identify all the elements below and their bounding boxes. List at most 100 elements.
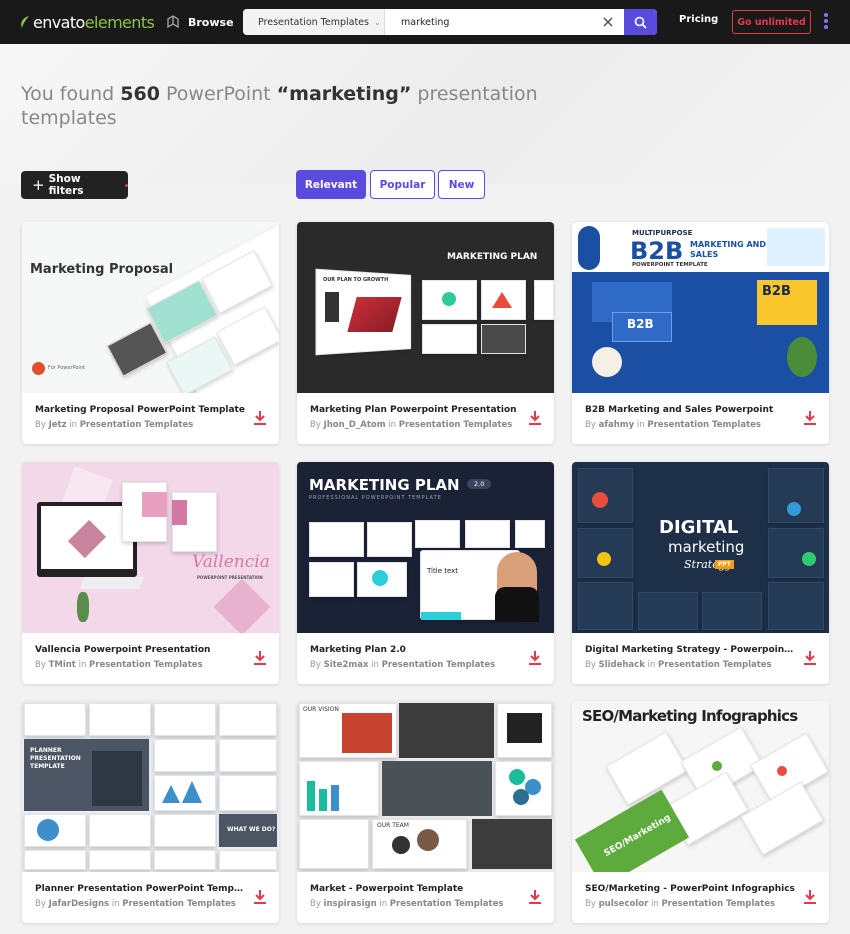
card-meta: By Jetz in Presentation Templates [35,420,245,430]
envato-elements-logo[interactable]: envatoelements [20,11,155,33]
thumb-subtitle: marketing [668,538,745,556]
sort-new-button[interactable]: New [438,170,485,199]
thumb-subtitle-2: POWERPOINT TEMPLATE [632,262,708,268]
card-thumbnail[interactable]: MARKETING PLAN 2.0 PROFESSIONAL POWERPOI… [297,462,554,633]
meta-in: in [385,420,399,430]
card-meta: By TMint in Presentation Templates [35,660,245,670]
card-author[interactable]: Slidehack [599,660,645,670]
download-icon[interactable] [253,650,267,666]
template-card[interactable]: MARKETING PLAN 2.0 PROFESSIONAL POWERPOI… [297,462,554,684]
card-title[interactable]: B2B Marketing and Sales Powerpoint [585,405,795,415]
card-thumbnail[interactable]: MARKETING PLAN OUR PLAN TO GROWTH [297,222,554,393]
filter-indicator-dot [125,183,128,187]
card-title[interactable]: Marketing Proposal PowerPoint Template [35,405,245,415]
template-card[interactable]: Marketing Proposal For PowerPoint Market… [22,222,279,444]
close-icon[interactable] [601,15,615,29]
card-meta: By pulsecolor in Presentation Templates [585,899,795,909]
card-meta: By Slidehack in Presentation Templates [585,660,795,670]
download-icon[interactable] [803,650,817,666]
card-thumbnail[interactable]: Vallencia POWERPOINT PRESENTATION [22,462,279,633]
download-icon[interactable] [528,650,542,666]
thumb-subtitle: OUR TEAM [377,822,409,829]
meta-by: By [585,660,599,670]
search-button[interactable] [624,9,657,35]
download-icon[interactable] [803,889,817,905]
show-filters-button[interactable]: + Show filters [21,171,128,199]
logo-envato: envato [33,12,85,32]
download-icon[interactable] [528,410,542,426]
sort-popular-button[interactable]: Popular [370,170,435,199]
thumb-title: Marketing Proposal [30,262,174,277]
card-title[interactable]: Market - Powerpoint Template [310,884,520,894]
results-headline: You found 560 PowerPoint “marketing” pre… [21,82,541,130]
card-category[interactable]: Presentation Templates [647,420,761,430]
meta-by: By [310,899,324,909]
template-card[interactable]: SEO/Marketing Infographics SEO/Marketing… [572,701,829,923]
thumb-title: SEO/Marketing Infographics [582,707,798,725]
meta-by: By [310,660,324,670]
meta-in: in [66,420,80,430]
template-card[interactable]: PLANNER PRESENTATION TEMPLATE WHAT WE DO… [22,701,279,923]
download-icon[interactable] [528,889,542,905]
card-category[interactable]: Presentation Templates [658,660,772,670]
template-card[interactable]: DIGITAL marketing Strategy PPT Digital M… [572,462,829,684]
card-category[interactable]: Presentation Templates [390,899,504,909]
search-input[interactable] [386,9,612,35]
card-category[interactable]: Presentation Templates [122,899,236,909]
template-card[interactable]: MULTIPURPOSE B2B MARKETING AND SALES POW… [572,222,829,444]
download-icon[interactable] [253,410,267,426]
card-category[interactable]: Presentation Templates [89,660,203,670]
thumb-subtitle: MARKETING AND SALES [690,240,766,259]
top-nav: envatoelements Browse Presentation Templ… [0,0,850,44]
template-card[interactable]: OUR VISION OUR TEAM Market - Powerpoint … [297,701,554,923]
logo-elements: elements [84,12,155,32]
headline-prefix: You found [21,83,121,105]
card-title[interactable]: Vallencia Powerpoint Presentation [35,645,245,655]
card-author[interactable]: inspirasign [324,899,377,909]
thumb-top-label: MULTIPURPOSE [632,229,693,237]
category-select[interactable]: Presentation Templates ⌄ [243,9,385,35]
thumb-title: B2B [630,237,684,265]
sort-relevant-button[interactable]: Relevant [296,170,366,199]
thumb-title: DIGITAL [659,517,739,538]
download-icon[interactable] [803,410,817,426]
card-thumbnail[interactable]: Marketing Proposal For PowerPoint [22,222,279,393]
go-unlimited-button[interactable]: Go unlimited [732,10,811,34]
card-category[interactable]: Presentation Templates [661,899,775,909]
card-meta: By Site2max in Presentation Templates [310,660,520,670]
card-title[interactable]: Marketing Plan Powerpoint Presentation [310,405,520,415]
pricing-link[interactable]: Pricing [679,14,718,25]
card-title[interactable]: Marketing Plan 2.0 [310,645,520,655]
card-title[interactable]: Digital Marketing Strategy - Powerpoint … [585,645,795,655]
card-title[interactable]: SEO/Marketing - PowerPoint Infographics [585,884,795,894]
thumb-badge: 2.0 [467,479,492,489]
results-count: 560 [120,83,160,105]
card-author[interactable]: Jetz [49,420,67,430]
card-author[interactable]: TMint [49,660,76,670]
meta-by: By [35,660,49,670]
card-thumbnail[interactable]: DIGITAL marketing Strategy PPT [572,462,829,633]
card-title[interactable]: Planner Presentation PowerPoint Template [35,884,245,894]
template-card[interactable]: Vallencia POWERPOINT PRESENTATION Vallen… [22,462,279,684]
card-thumbnail[interactable]: SEO/Marketing Infographics SEO/Marketing [572,701,829,872]
card-thumbnail[interactable]: PLANNER PRESENTATION TEMPLATE WHAT WE DO… [22,701,279,872]
thumb-badge: PPT [715,560,734,569]
card-author[interactable]: Jhon_D_Atom [324,420,386,430]
thumb-subtitle: OUR PLAN TO GROWTH [323,277,389,283]
thumb-subtitle: POWERPOINT PRESENTATION [197,575,263,580]
download-icon[interactable] [253,889,267,905]
card-author[interactable]: JafarDesigns [49,899,110,909]
card-author[interactable]: pulsecolor [599,899,649,909]
meta-by: By [35,420,49,430]
card-category[interactable]: Presentation Templates [382,660,496,670]
browse-button[interactable]: Browse [166,12,234,32]
card-thumbnail[interactable]: OUR VISION OUR TEAM [297,701,554,872]
card-thumbnail[interactable]: MULTIPURPOSE B2B MARKETING AND SALES POW… [572,222,829,393]
template-card[interactable]: MARKETING PLAN OUR PLAN TO GROWTH Market… [297,222,554,444]
card-author[interactable]: afahmy [599,420,635,430]
card-category[interactable]: Presentation Templates [399,420,513,430]
meta-by: By [310,420,324,430]
card-author[interactable]: Site2max [324,660,369,670]
kebab-icon[interactable] [822,13,830,31]
card-category[interactable]: Presentation Templates [80,420,194,430]
